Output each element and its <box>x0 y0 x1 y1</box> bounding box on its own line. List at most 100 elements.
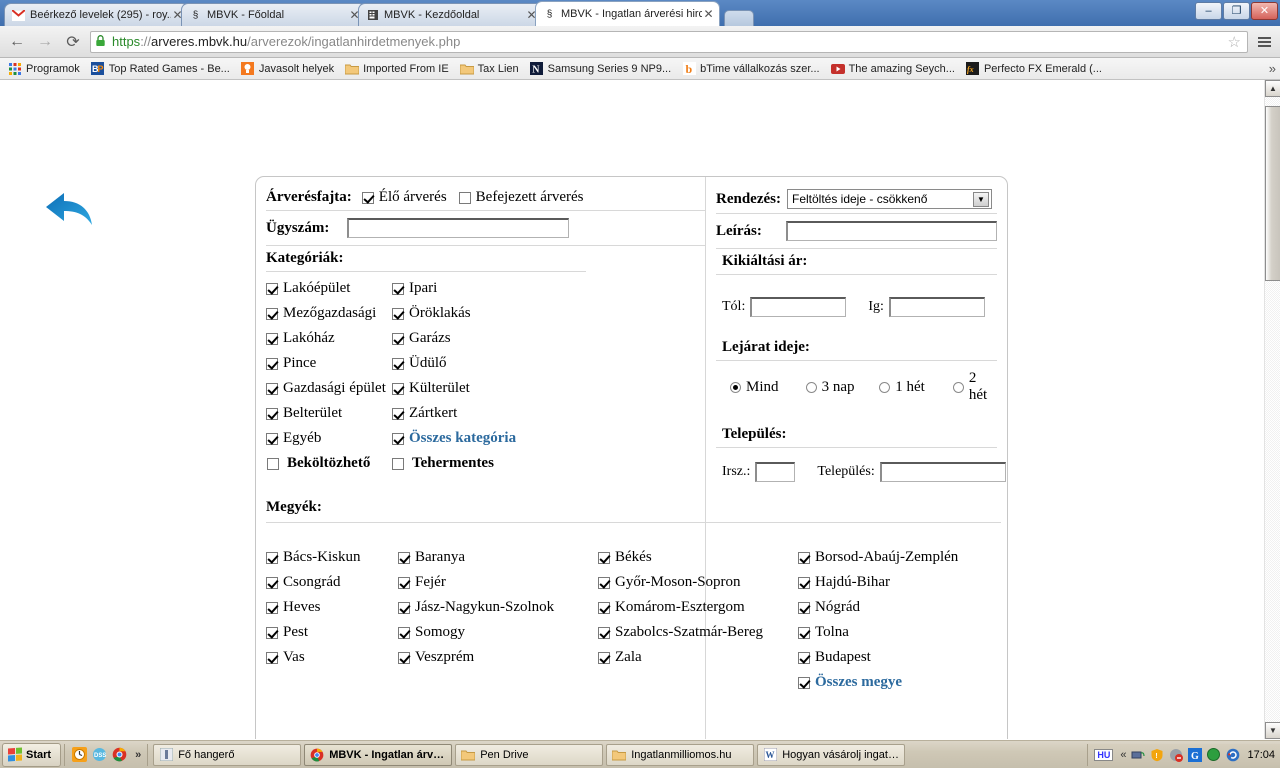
checkbox-icon[interactable] <box>398 626 410 639</box>
checkbox-icon[interactable] <box>266 332 278 345</box>
checkbox-icon[interactable] <box>398 551 410 564</box>
category-lakoepulet[interactable]: Lakóépület <box>266 276 392 301</box>
checkbox-icon[interactable] <box>266 382 278 395</box>
category-udulo[interactable]: Üdülő <box>392 351 518 376</box>
checkbox-icon[interactable] <box>398 651 410 664</box>
county-gyor-moson-sopron[interactable]: Győr-Moson-Sopron <box>598 570 798 595</box>
checkbox-icon[interactable] <box>267 457 279 470</box>
checkbox-befejezett-arveres[interactable]: Befejezett árverés <box>458 189 584 206</box>
checkbox-icon[interactable] <box>798 676 810 689</box>
checkbox-icon[interactable] <box>266 407 278 420</box>
county-hajdu-bihar[interactable]: Hajdú-Bihar <box>798 570 998 595</box>
checkbox-icon[interactable] <box>266 432 278 445</box>
radio-icon[interactable] <box>805 381 817 393</box>
price-to-input[interactable] <box>888 297 985 317</box>
radio-mind[interactable]: Mind <box>730 379 806 396</box>
checkbox-icon[interactable] <box>458 191 471 204</box>
bookmark-item-perfecto-fx[interactable]: fx Perfecto FX Emerald (... <box>962 60 1109 78</box>
forward-button-icon[interactable]: → <box>34 31 56 53</box>
county-bacs-kiskun[interactable]: Bács-Kiskun <box>266 545 398 570</box>
checkbox-icon[interactable] <box>598 626 610 639</box>
category-ipari[interactable]: Ipari <box>392 276 518 301</box>
category-tehermentes[interactable]: Tehermentes <box>392 451 518 476</box>
tray-overflow-icon[interactable]: « <box>1120 749 1126 761</box>
checkbox-icon[interactable] <box>266 357 278 370</box>
taskbar-item-ingatlanmilliomos[interactable]: Ingatlanmilliomos.hu <box>606 743 755 766</box>
scrollbar-thumb[interactable] <box>1265 106 1280 281</box>
menu-icon[interactable] <box>1254 36 1274 47</box>
taskbar-item-pen-drive[interactable]: Pen Drive <box>455 743 604 766</box>
bookmark-item-tax-lien[interactable]: Tax Lien <box>456 60 526 78</box>
city-input[interactable] <box>879 462 1006 482</box>
zip-input[interactable] <box>755 462 796 482</box>
start-button[interactable]: Start <box>2 742 62 767</box>
checkbox-icon[interactable] <box>598 601 610 614</box>
category-osszes-kategoria[interactable]: Összes kategória <box>392 426 518 451</box>
dss-icon[interactable]: DSS <box>91 747 107 763</box>
checkbox-icon[interactable] <box>598 576 610 589</box>
update-icon[interactable] <box>1225 747 1240 762</box>
county-csongrad[interactable]: Csongrád <box>266 570 398 595</box>
radio-icon[interactable] <box>730 381 741 393</box>
county-veszprem[interactable]: Veszprém <box>398 645 598 670</box>
category-garazs[interactable]: Garázs <box>392 326 518 351</box>
category-pince[interactable]: Pince <box>266 351 392 376</box>
category-kulterulet[interactable]: Külterület <box>392 376 518 401</box>
bookmark-item-seychelles[interactable]: The amazing Seych... <box>827 60 962 78</box>
bookmark-item-top-rated-games[interactable]: BP Top Rated Games - Be... <box>87 60 237 78</box>
taskbar-item-fo-hangero[interactable]: Fő hangerő <box>153 743 302 766</box>
checkbox-icon[interactable] <box>392 307 404 320</box>
county-label[interactable]: Összes megye <box>815 674 902 691</box>
scroll-down-button[interactable]: ▼ <box>1265 722 1280 739</box>
maximize-button[interactable]: ❐ <box>1223 2 1250 20</box>
county-szabolcs-szatmar-bereg[interactable]: Szabolcs-Szatmár-Bereg <box>598 620 798 645</box>
sorting-select[interactable]: Feltöltés ideje - csökkenő ▼ <box>786 189 992 209</box>
checkbox-icon[interactable] <box>392 357 404 370</box>
category-zartkert[interactable]: Zártkert <box>392 401 518 426</box>
checkbox-icon[interactable] <box>392 282 404 295</box>
bookmark-item-samsung[interactable]: N Samsung Series 9 NP9... <box>526 60 679 78</box>
taskbar-item-mbvk-active[interactable]: MBVK - Ingatlan árve... <box>304 743 453 766</box>
county-fejer[interactable]: Fejér <box>398 570 598 595</box>
network-icon[interactable] <box>1130 747 1145 762</box>
reload-button-icon[interactable]: ⟳ <box>62 31 84 53</box>
browser-tab-3[interactable]: MBVK - Kezdőoldal ✕ <box>358 3 543 26</box>
county-somogy[interactable]: Somogy <box>398 620 598 645</box>
back-arrow-icon[interactable] <box>44 190 96 235</box>
checkbox-icon[interactable] <box>392 382 404 395</box>
checkbox-icon[interactable] <box>798 626 810 639</box>
county-heves[interactable]: Heves <box>266 595 398 620</box>
taskbar-clock[interactable]: 17:04 <box>1247 749 1275 761</box>
checkbox-icon[interactable] <box>266 626 278 639</box>
checkbox-icon[interactable] <box>798 551 810 564</box>
language-indicator[interactable]: HU <box>1094 748 1114 761</box>
category-egyeb[interactable]: Egyéb <box>266 426 392 451</box>
bookmark-item-btime[interactable]: b bTime vállalkozás szer... <box>678 60 826 78</box>
checkbox-icon[interactable] <box>798 651 810 664</box>
browser-tab-2[interactable]: § MBVK - Főoldal ✕ <box>181 3 366 26</box>
checkbox-icon[interactable] <box>798 576 810 589</box>
scroll-up-button[interactable]: ▲ <box>1265 80 1280 97</box>
county-bekes[interactable]: Békés <box>598 545 798 570</box>
block-icon[interactable] <box>1168 747 1183 762</box>
chevron-down-icon[interactable]: ▼ <box>972 192 989 207</box>
radio-icon[interactable] <box>952 381 964 393</box>
checkbox-icon[interactable] <box>361 191 374 204</box>
county-osszes-megye[interactable]: Összes megye <box>798 670 998 695</box>
checkbox-icon[interactable] <box>798 601 810 614</box>
case-number-input[interactable] <box>347 218 570 238</box>
bookmark-item-imported-from-ie[interactable]: Imported From IE <box>341 60 456 78</box>
price-from-input[interactable] <box>750 297 847 317</box>
checkbox-icon[interactable] <box>392 432 404 445</box>
county-vas[interactable]: Vas <box>266 645 398 670</box>
county-baranya[interactable]: Baranya <box>398 545 598 570</box>
radio-3-nap[interactable]: 3 nap <box>805 379 880 396</box>
tab-close-icon[interactable]: ✕ <box>702 8 715 21</box>
county-tolna[interactable]: Tolna <box>798 620 998 645</box>
description-input[interactable] <box>785 221 997 241</box>
green-dot-icon[interactable] <box>1206 747 1221 762</box>
shield-warning-icon[interactable]: ! <box>1149 747 1164 762</box>
checkbox-icon[interactable] <box>398 576 410 589</box>
checkbox-icon[interactable] <box>266 576 278 589</box>
category-oroklakas[interactable]: Öröklakás <box>392 301 518 326</box>
